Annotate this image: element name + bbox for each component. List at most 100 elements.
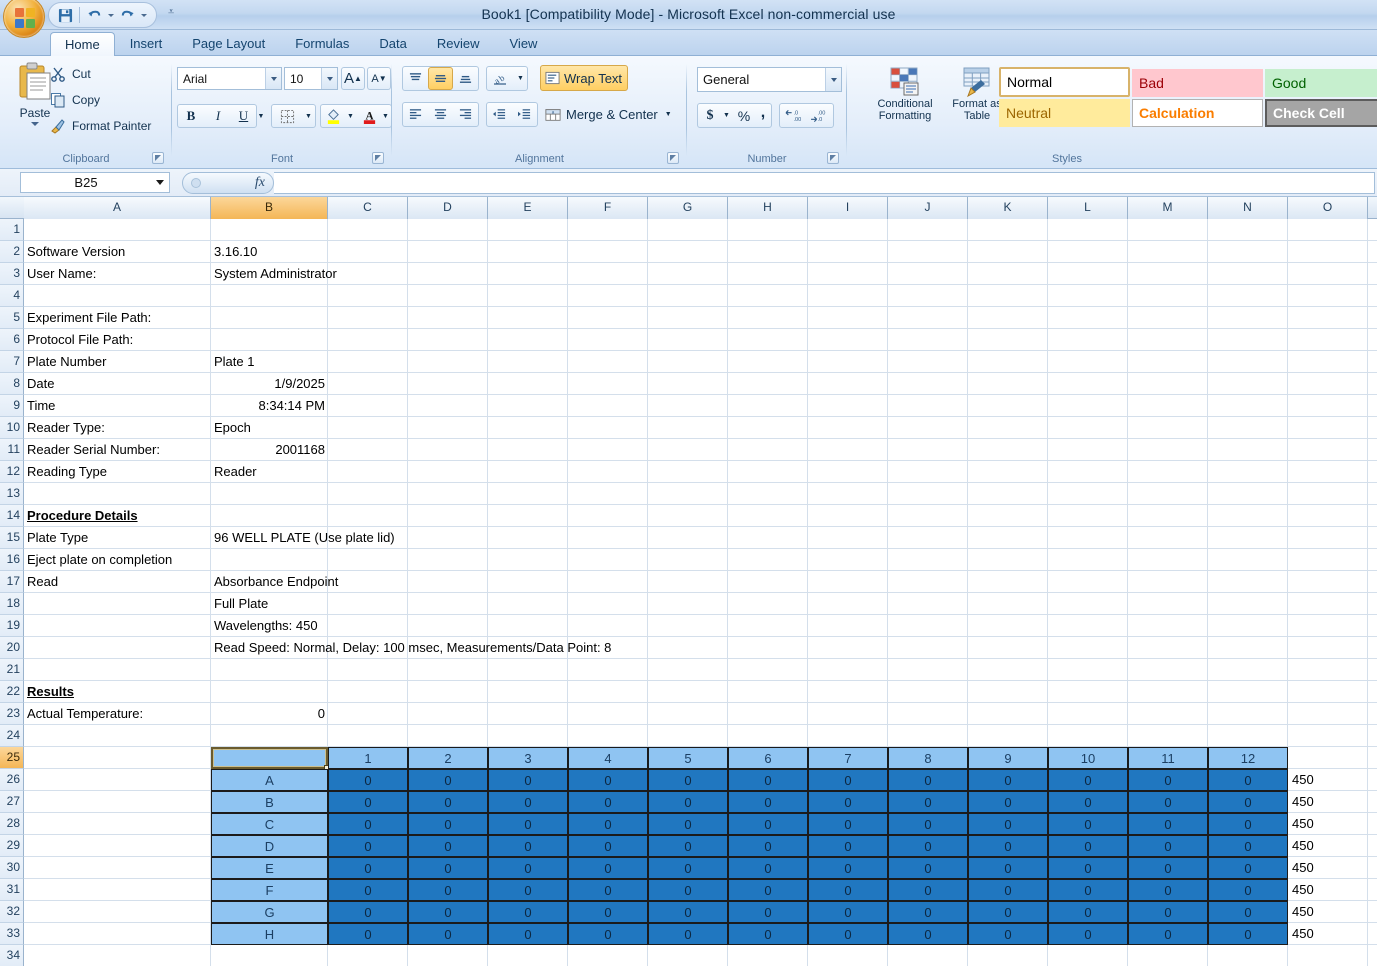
plate-column-header-6[interactable]: 6 [728, 747, 808, 769]
cell-style-good[interactable]: Good [1265, 69, 1377, 97]
cell-B9[interactable]: 8:34:14 PM [211, 395, 328, 417]
underline-button[interactable]: U [231, 105, 256, 127]
formula-input[interactable] [274, 171, 1375, 194]
column-header-A[interactable]: A [24, 197, 211, 219]
plate-well-C10[interactable]: 0 [1048, 813, 1128, 835]
row-header-17[interactable]: 17 [0, 571, 24, 593]
cell-B18[interactable]: Full Plate [211, 593, 328, 615]
plate-column-header-1[interactable]: 1 [328, 747, 408, 769]
plate-corner-cell-b25[interactable] [211, 747, 329, 770]
plate-row-label-F[interactable]: F [211, 879, 328, 901]
paste-dropdown-icon[interactable] [31, 122, 39, 126]
row-header-11[interactable]: 11 [0, 439, 24, 461]
borders-button[interactable] [272, 105, 302, 127]
plate-well-F6[interactable]: 0 [728, 879, 808, 901]
plate-well-F1[interactable]: 0 [328, 879, 408, 901]
row-header-28[interactable]: 28 [0, 813, 24, 835]
plate-wavelength-label-D[interactable]: 450 [1288, 835, 1368, 857]
cell-A7[interactable]: Plate Number [24, 351, 211, 373]
plate-well-B1[interactable]: 0 [328, 791, 408, 813]
cell-style-check-cell[interactable]: Check Cell [1265, 99, 1377, 127]
plate-well-E4[interactable]: 0 [568, 857, 648, 879]
bold-button[interactable]: B [178, 105, 204, 127]
plate-well-H4[interactable]: 0 [568, 923, 648, 945]
font-family-select[interactable]: Arial [177, 67, 282, 90]
column-header-N[interactable]: N [1208, 197, 1288, 219]
plate-well-G5[interactable]: 0 [648, 901, 728, 923]
plate-well-F8[interactable]: 0 [888, 879, 968, 901]
plate-well-C11[interactable]: 0 [1128, 813, 1208, 835]
plate-well-G12[interactable]: 0 [1208, 901, 1288, 923]
plate-wavelength-label-G[interactable]: 450 [1288, 901, 1368, 923]
plate-well-A1[interactable]: 0 [328, 769, 408, 791]
plate-column-header-5[interactable]: 5 [648, 747, 728, 769]
plate-wavelength-label-F[interactable]: 450 [1288, 879, 1368, 901]
comma-button[interactable]: , [754, 104, 772, 127]
plate-well-F5[interactable]: 0 [648, 879, 728, 901]
plate-well-D5[interactable]: 0 [648, 835, 728, 857]
plate-well-B6[interactable]: 0 [728, 791, 808, 813]
cell-style-normal[interactable]: Normal [999, 67, 1130, 97]
row-header-13[interactable]: 13 [0, 483, 24, 505]
cell-A9[interactable]: Time [24, 395, 211, 417]
name-box[interactable]: B25 [20, 172, 170, 193]
plate-well-D7[interactable]: 0 [808, 835, 888, 857]
plate-well-H2[interactable]: 0 [408, 923, 488, 945]
plate-well-E2[interactable]: 0 [408, 857, 488, 879]
cell-A5[interactable]: Experiment File Path: [24, 307, 211, 329]
plate-wavelength-label-E[interactable]: 450 [1288, 857, 1368, 879]
plate-well-A12[interactable]: 0 [1208, 769, 1288, 791]
plate-well-E11[interactable]: 0 [1128, 857, 1208, 879]
underline-dropdown-icon[interactable]: ▼ [256, 105, 266, 127]
plate-well-E1[interactable]: 0 [328, 857, 408, 879]
plate-well-F3[interactable]: 0 [488, 879, 568, 901]
align-right-button[interactable] [453, 103, 478, 126]
plate-row-label-D[interactable]: D [211, 835, 328, 857]
row-header-2[interactable]: 2 [0, 241, 24, 263]
grow-font-button[interactable]: A ▲ [341, 67, 365, 90]
conditional-formatting-button[interactable]: Conditional Formatting [867, 66, 943, 122]
plate-well-H6[interactable]: 0 [728, 923, 808, 945]
plate-well-G3[interactable]: 0 [488, 901, 568, 923]
cell-B17[interactable]: Absorbance Endpoint [211, 571, 338, 593]
plate-well-B9[interactable]: 0 [968, 791, 1048, 813]
cell-B7[interactable]: Plate 1 [211, 351, 328, 373]
plate-well-G4[interactable]: 0 [568, 901, 648, 923]
row-header-9[interactable]: 9 [0, 395, 24, 417]
cell-style-bad[interactable]: Bad [1132, 69, 1263, 97]
row-header-10[interactable]: 10 [0, 417, 24, 439]
cell-A23[interactable]: Actual Temperature: [24, 703, 211, 725]
plate-well-G6[interactable]: 0 [728, 901, 808, 923]
plate-well-B10[interactable]: 0 [1048, 791, 1128, 813]
plate-well-E8[interactable]: 0 [888, 857, 968, 879]
cell-B23[interactable]: 0 [211, 703, 328, 725]
plate-well-H1[interactable]: 0 [328, 923, 408, 945]
plate-well-F12[interactable]: 0 [1208, 879, 1288, 901]
plate-well-G11[interactable]: 0 [1128, 901, 1208, 923]
plate-wavelength-label-A[interactable]: 450 [1288, 769, 1368, 791]
decrease-decimal-button[interactable]: .00 .0 [806, 104, 833, 127]
cell-B15[interactable]: 96 WELL PLATE (Use plate lid) [211, 527, 395, 549]
row-header-29[interactable]: 29 [0, 835, 24, 857]
plate-column-header-10[interactable]: 10 [1048, 747, 1128, 769]
plate-well-D11[interactable]: 0 [1128, 835, 1208, 857]
plate-well-H3[interactable]: 0 [488, 923, 568, 945]
shrink-font-button[interactable]: A ▼ [367, 67, 391, 90]
plate-well-A11[interactable]: 0 [1128, 769, 1208, 791]
cell-A8[interactable]: Date [24, 373, 211, 395]
cell-B3[interactable]: System Administrator [211, 263, 337, 285]
plate-well-B11[interactable]: 0 [1128, 791, 1208, 813]
row-header-6[interactable]: 6 [0, 329, 24, 351]
plate-well-E9[interactable]: 0 [968, 857, 1048, 879]
increase-decimal-button[interactable]: .0 .00 [780, 104, 807, 127]
plate-well-C8[interactable]: 0 [888, 813, 968, 835]
tab-insert[interactable]: Insert [115, 31, 178, 55]
plate-well-E5[interactable]: 0 [648, 857, 728, 879]
row-header-20[interactable]: 20 [0, 637, 24, 659]
plate-well-D12[interactable]: 0 [1208, 835, 1288, 857]
plate-well-B5[interactable]: 0 [648, 791, 728, 813]
plate-well-C3[interactable]: 0 [488, 813, 568, 835]
plate-well-F2[interactable]: 0 [408, 879, 488, 901]
row-header-12[interactable]: 12 [0, 461, 24, 483]
merge-center-dropdown-icon[interactable]: ▼ [665, 111, 672, 118]
